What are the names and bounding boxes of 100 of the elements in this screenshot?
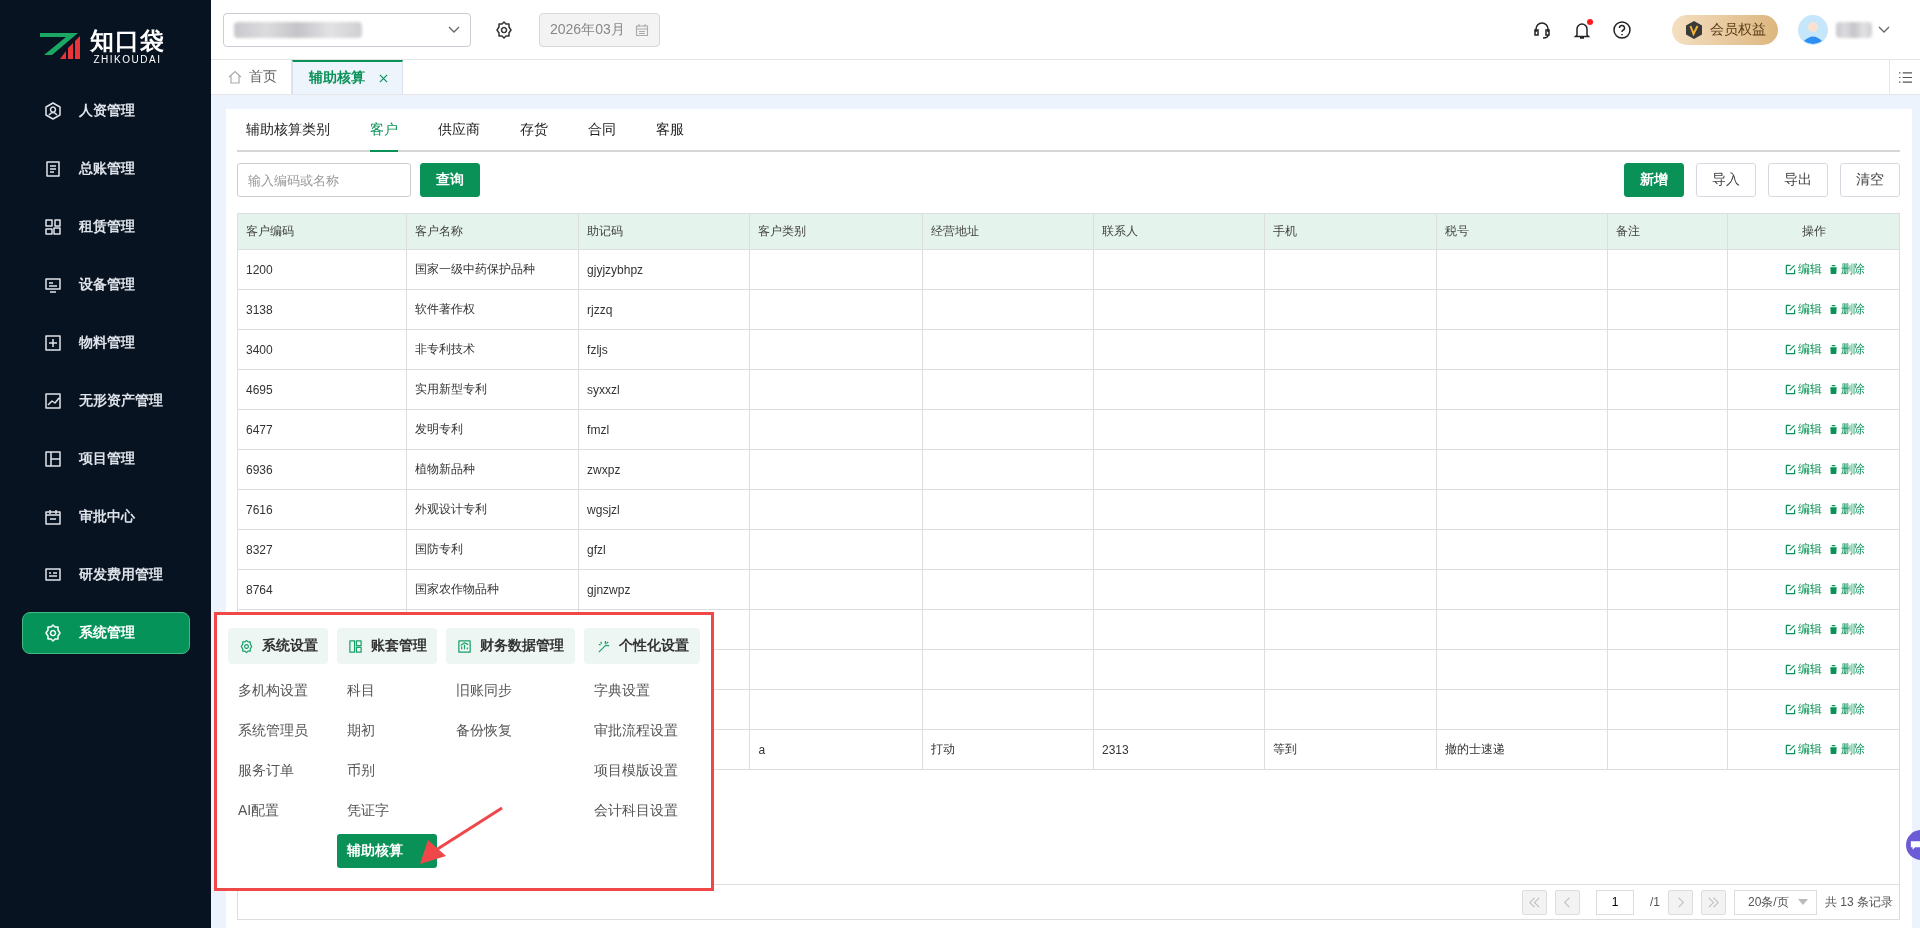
edit-link[interactable]: 编辑 — [1785, 421, 1822, 438]
help-icon[interactable] — [1612, 19, 1632, 40]
columns-icon — [347, 638, 363, 654]
toolbar-button[interactable]: 导入 — [1696, 163, 1756, 197]
menu-item[interactable]: 旧账同步 — [446, 674, 575, 708]
edit-link[interactable]: 编辑 — [1785, 501, 1822, 518]
edit-link[interactable]: 编辑 — [1785, 381, 1822, 398]
edit-link[interactable]: 编辑 — [1785, 581, 1822, 598]
menu-item[interactable]: 科目 — [337, 674, 437, 708]
menu-item[interactable]: 币别 — [337, 754, 437, 788]
table-cell: 6936 — [246, 462, 273, 477]
delete-link[interactable]: 删除 — [1828, 341, 1865, 358]
menu-item[interactable]: 凭证字 — [337, 794, 437, 828]
edit-link[interactable]: 编辑 — [1785, 541, 1822, 558]
sidebar-item[interactable]: 研发费用管理 — [22, 554, 190, 596]
edit-link[interactable]: 编辑 — [1785, 621, 1822, 638]
sub-tab[interactable]: 合同 — [588, 109, 616, 152]
table-cell: syxxzl — [587, 382, 620, 397]
sidebar-item[interactable]: 设备管理 — [22, 264, 190, 306]
headset-icon[interactable] — [1532, 19, 1552, 40]
delete-link[interactable]: 删除 — [1828, 541, 1865, 558]
table-cell: 非专利技术 — [414, 342, 475, 356]
sub-tab[interactable]: 供应商 — [438, 109, 480, 152]
menu-group-header: 账套管理 — [337, 628, 437, 664]
trash-icon — [1828, 744, 1839, 755]
dropdown-triangle-icon — [1798, 899, 1808, 905]
edit-icon — [1785, 384, 1796, 395]
menu-item[interactable]: 系统管理员 — [228, 714, 328, 748]
column-header: 客户名称 — [406, 214, 579, 250]
chart-icon — [43, 391, 63, 411]
menu-item[interactable]: 项目模版设置 — [584, 754, 700, 788]
sidebar-item[interactable]: 项目管理 — [22, 438, 190, 480]
chevron-down-icon — [448, 25, 460, 34]
edit-link[interactable]: 编辑 — [1785, 461, 1822, 478]
menu-item[interactable]: 审批流程设置 — [584, 714, 700, 748]
avatar-icon[interactable] — [1798, 14, 1828, 45]
menu-item[interactable]: 辅助核算 — [337, 834, 437, 868]
delete-link[interactable]: 删除 — [1828, 661, 1865, 678]
edit-link[interactable]: 编辑 — [1785, 301, 1822, 318]
delete-link[interactable]: 删除 — [1828, 741, 1865, 758]
menu-item[interactable]: 服务订单 — [228, 754, 328, 788]
delete-link[interactable]: 删除 — [1828, 261, 1865, 278]
edit-link[interactable]: 编辑 — [1785, 701, 1822, 718]
edit-link[interactable]: 编辑 — [1785, 741, 1822, 758]
table-cell: 7616 — [246, 502, 273, 517]
settings-icon — [43, 623, 63, 643]
close-icon[interactable] — [379, 73, 388, 83]
query-button[interactable]: 查询 — [420, 163, 480, 197]
delete-link[interactable]: 删除 — [1828, 581, 1865, 598]
toolbar-button[interactable]: 新增 — [1624, 163, 1684, 197]
menu-item[interactable]: 字典设置 — [584, 674, 700, 708]
trash-icon — [1828, 304, 1839, 315]
sub-tab[interactable]: 存货 — [520, 109, 548, 152]
menu-item[interactable]: 期初 — [337, 714, 437, 748]
trash-icon — [1828, 544, 1839, 555]
sidebar-item[interactable]: 总账管理 — [22, 148, 190, 190]
chevron-down-icon[interactable] — [1878, 25, 1890, 34]
edit-link[interactable]: 编辑 — [1785, 341, 1822, 358]
menu-item[interactable]: 备份恢复 — [446, 714, 575, 748]
delete-link[interactable]: 删除 — [1828, 621, 1865, 638]
menu-item[interactable]: 会计科目设置 — [584, 794, 700, 828]
column-header: 税号 — [1436, 214, 1608, 250]
delete-link[interactable]: 删除 — [1828, 421, 1865, 438]
settings-icon[interactable] — [494, 19, 514, 40]
sub-tab[interactable]: 辅助核算类别 — [246, 109, 330, 152]
sub-tab[interactable]: 客户 — [370, 109, 398, 152]
edit-link[interactable]: 编辑 — [1785, 261, 1822, 278]
table-cell: 撤的士速递 — [1444, 742, 1505, 756]
table-cell: 国家一级中药保护品种 — [414, 262, 535, 276]
sidebar-item[interactable]: 审批中心 — [22, 496, 190, 538]
sidebar-item[interactable]: 物料管理 — [22, 322, 190, 364]
member-badge[interactable]: 会员权益 — [1672, 14, 1778, 45]
table-cell: 2313 — [1102, 742, 1129, 757]
search-field[interactable]: 输入编码或名称 — [237, 163, 411, 197]
table-cell: gfzl — [587, 542, 606, 557]
person-icon — [43, 101, 63, 121]
menu-item[interactable]: AI配置 — [228, 794, 328, 828]
sidebar-item[interactable]: 租赁管理 — [22, 206, 190, 248]
sub-tab[interactable]: 客服 — [656, 109, 684, 152]
table-cell: 软件著作权 — [414, 302, 475, 316]
period-field[interactable]: 2026年03月 — [539, 12, 660, 47]
menu-item[interactable]: 多机构设置 — [228, 674, 328, 708]
page-size-select[interactable]: 20条/页 — [1734, 889, 1817, 915]
toolbar-button[interactable]: 清空 — [1840, 163, 1900, 197]
table-cell: gjyjzybhpz — [587, 262, 644, 277]
edit-link[interactable]: 编辑 — [1785, 661, 1822, 678]
sidebar-item[interactable]: 系统管理 — [22, 612, 190, 654]
delete-link[interactable]: 删除 — [1828, 301, 1865, 318]
delete-link[interactable]: 删除 — [1828, 501, 1865, 518]
page-field[interactable]: 1 — [1595, 889, 1634, 915]
delete-link[interactable]: 删除 — [1828, 701, 1865, 718]
sidebar-item[interactable]: 无形资产管理 — [22, 380, 190, 422]
toolbar-button[interactable]: 导出 — [1768, 163, 1828, 197]
delete-link[interactable]: 删除 — [1828, 461, 1865, 478]
sidebar-item[interactable]: 人资管理 — [22, 90, 190, 132]
home-icon — [227, 69, 243, 85]
delete-link[interactable]: 删除 — [1828, 381, 1865, 398]
page-tab[interactable]: 辅助核算 — [292, 60, 403, 94]
trash-icon — [1828, 664, 1839, 675]
box-icon — [43, 333, 63, 353]
